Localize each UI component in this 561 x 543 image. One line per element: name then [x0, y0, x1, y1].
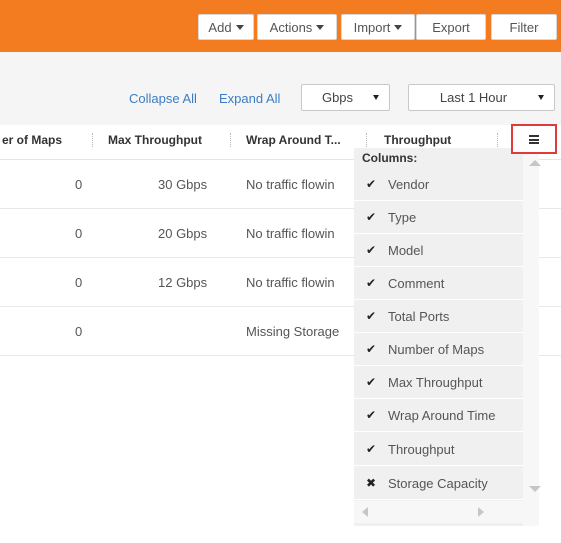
- cell-wrap-around-time: Missing Storage: [246, 324, 340, 339]
- column-divider: [92, 133, 93, 147]
- column-toggle-label: Type: [388, 209, 417, 225]
- column-toggle-model[interactable]: ✔ Model: [354, 234, 523, 267]
- column-header-max-throughput[interactable]: Max Throughput: [108, 133, 202, 147]
- checkmark-icon: ✔: [365, 408, 377, 422]
- filter-button[interactable]: Filter: [491, 14, 557, 40]
- column-toggle-label: Storage Capacity: [388, 475, 488, 491]
- checkmark-icon: ✔: [365, 276, 377, 290]
- cell-wrap-around-time: No traffic flowin: [246, 177, 335, 192]
- scroll-up-arrow-icon[interactable]: [529, 160, 541, 166]
- expand-all-link[interactable]: Expand All: [219, 91, 280, 106]
- unit-select-value: Gbps: [321, 90, 354, 105]
- column-header-wrap-around-time[interactable]: Wrap Around T...: [246, 133, 341, 147]
- column-toggle-label: Model: [388, 242, 424, 258]
- time-range-value: Last 1 Hour: [439, 90, 508, 105]
- cell-number-of-maps: 0: [75, 275, 83, 290]
- cell-number-of-maps: 0: [75, 324, 83, 339]
- add-button[interactable]: Add: [198, 14, 254, 40]
- checkmark-icon: ✔: [365, 243, 377, 257]
- import-button[interactable]: Import: [341, 14, 415, 40]
- column-toggle-comment[interactable]: ✔ Comment: [354, 267, 523, 300]
- filter-button-label: Filter: [509, 19, 539, 35]
- cell-wrap-around-time: No traffic flowin: [246, 275, 335, 290]
- column-toggle-storage-capacity[interactable]: ✖ Storage Capacity: [354, 467, 523, 500]
- column-toggle-label: Total Ports: [388, 308, 450, 324]
- cell-number-of-maps: 0: [75, 226, 83, 241]
- scroll-left-arrow-icon[interactable]: [362, 507, 368, 517]
- checkmark-icon: ✔: [365, 375, 377, 389]
- add-button-label: Add: [208, 19, 232, 35]
- unit-select[interactable]: Gbps: [301, 84, 390, 111]
- column-toggle-label: Vendor: [388, 176, 430, 192]
- column-toggle-total-ports[interactable]: ✔ Total Ports: [354, 300, 523, 333]
- chevron-down-icon: [235, 24, 244, 30]
- cell-number-of-maps: 0: [75, 177, 83, 192]
- cell-max-throughput: 20 Gbps: [158, 226, 208, 241]
- column-toggle-max-throughput[interactable]: ✔ Max Throughput: [354, 366, 523, 399]
- collapse-all-link[interactable]: Collapse All: [129, 91, 197, 106]
- column-divider: [497, 133, 498, 147]
- checkmark-icon: ✔: [365, 442, 377, 456]
- column-toggle-label: Throughput: [388, 441, 455, 457]
- column-menu-button[interactable]: [511, 124, 557, 154]
- column-toggle-number-of-maps[interactable]: ✔ Number of Maps: [354, 333, 523, 366]
- cross-icon: ✖: [365, 476, 377, 490]
- checkmark-icon: ✔: [365, 210, 377, 224]
- export-button-label: Export: [432, 19, 470, 35]
- cell-max-throughput: 30 Gbps: [158, 177, 208, 192]
- checkmark-icon: ✔: [365, 177, 377, 191]
- scroll-down-arrow-icon[interactable]: [529, 486, 541, 492]
- cell-max-throughput: 12 Gbps: [158, 275, 208, 290]
- column-divider: [230, 133, 231, 147]
- column-menu-horizontal-scrollbar[interactable]: [354, 501, 523, 523]
- column-toggle-wrap-around-time[interactable]: ✔ Wrap Around Time: [354, 399, 523, 432]
- column-toggle-label: Wrap Around Time: [388, 407, 496, 423]
- column-toggle-type[interactable]: ✔ Type: [354, 201, 523, 234]
- hamburger-menu-icon: [529, 134, 539, 144]
- column-toggle-label: Comment: [388, 275, 445, 291]
- chevron-down-icon: [538, 95, 544, 100]
- column-divider: [366, 133, 367, 147]
- chevron-down-icon: [394, 24, 403, 30]
- actions-button-label: Actions: [269, 19, 313, 35]
- export-button[interactable]: Export: [416, 14, 486, 40]
- cell-wrap-around-time: No traffic flowin: [246, 226, 335, 241]
- column-toggle-label: Number of Maps: [388, 341, 485, 357]
- column-toggle-label: Max Throughput: [388, 374, 483, 390]
- chevron-down-icon: [316, 24, 325, 30]
- time-range-select[interactable]: Last 1 Hour: [408, 84, 555, 111]
- scroll-right-arrow-icon[interactable]: [478, 507, 484, 517]
- column-toggle-throughput[interactable]: ✔ Throughput: [354, 433, 523, 466]
- column-header-number-of-maps[interactable]: er of Maps: [2, 133, 62, 147]
- actions-button[interactable]: Actions: [257, 14, 337, 40]
- import-button-label: Import: [353, 19, 391, 35]
- chevron-down-icon: [373, 95, 379, 100]
- column-chooser-title: Columns:: [362, 151, 418, 165]
- checkmark-icon: ✔: [365, 309, 377, 323]
- column-toggle-vendor[interactable]: ✔ Vendor: [354, 168, 523, 201]
- column-menu-vertical-scrollbar[interactable]: [523, 148, 539, 526]
- column-header-throughput[interactable]: Throughput: [384, 133, 451, 147]
- checkmark-icon: ✔: [365, 342, 377, 356]
